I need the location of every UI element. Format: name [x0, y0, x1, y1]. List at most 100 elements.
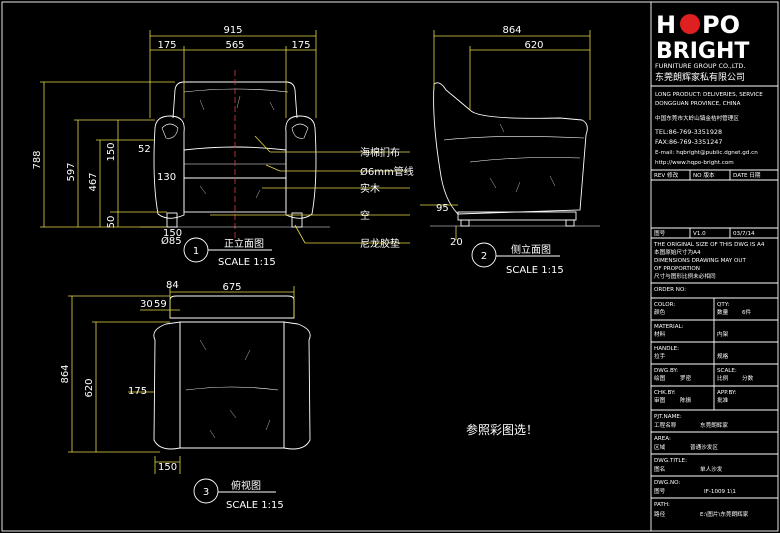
product-line-en: LONG PRODUCT: DELIVERIES, SERVICE [655, 92, 763, 98]
order-no-label: ORDER NO: [654, 287, 686, 293]
side-seat-top [443, 136, 585, 141]
company-en: FURNITURE GROUP CO.,LTD. [655, 62, 745, 70]
callout-nylon-pad: 尼龙胶垫 [360, 237, 400, 250]
dim-side-depth: 864 [502, 25, 521, 36]
dwg-no-cn: 图号 [654, 487, 666, 495]
tel: TEL:86-769-3351928 [654, 128, 722, 136]
view-side-title: 侧立面图 [511, 243, 551, 256]
color-label: COLOR: [654, 302, 675, 308]
callout-solid-wood: 实木 [360, 182, 380, 195]
dim-front-arm-right: 175 [291, 40, 310, 51]
dim-top-back-b: 59 [154, 299, 167, 310]
side-body [433, 82, 588, 215]
rev-date-label: DATE 日期 [733, 172, 761, 179]
callout-empty: 空 [360, 209, 370, 222]
rev-val-1: 图号 [654, 229, 666, 237]
chk-by-label: CHK.BY: [654, 390, 676, 396]
product-line-en2: DONGGUAN PROVINCE, CHINA [655, 101, 741, 107]
dim-top-total-depth: 864 [60, 364, 71, 383]
handle-value: 规格 [717, 352, 729, 360]
front-right-arm [285, 115, 317, 219]
dwg-title-label: DWG.TITLE: [654, 458, 687, 464]
callout-piping: Ø6mm管线 [360, 165, 414, 178]
area-label: AREA: [654, 436, 671, 442]
dwg-by-label: DWG.BY: [654, 368, 678, 374]
material-label: MATERIAL: [654, 324, 684, 330]
rev-label: REV 修改 [654, 171, 679, 179]
path-label: PATH: [654, 502, 670, 508]
chk-by-cn: 审图 [654, 396, 666, 404]
drawing-sheet: 915 175 565 175 788 597 467 150 50 52 13… [1, 1, 779, 532]
view-front-num: 1 [193, 246, 199, 257]
project-cn: 工程名称 [654, 421, 677, 429]
email: E-mail: hqbright@public.dgnet.gd.cn [655, 150, 758, 156]
view-front-scale: SCALE 1:15 [218, 257, 276, 268]
dwg-by-value: 罗密 [680, 374, 692, 382]
callout-fabric: 海棉扪布 [360, 146, 400, 159]
area-cn: 区域 [654, 443, 666, 451]
side-leg-front [460, 219, 470, 227]
title-block: H PO BRIGHT FURNITURE GROUP CO.,LTD. 东莞朗… [651, 11, 778, 518]
dim-front-seat-thick: 130 [157, 172, 176, 183]
dim-front-arm-left: 175 [157, 40, 176, 51]
company-cn: 东莞朗辉家私有限公司 [655, 71, 745, 83]
area-value: 普通沙发区 [690, 443, 718, 451]
top-dims: 675 84 30 59 864 620 175 150 [60, 280, 295, 474]
qty-value: 6件 [742, 308, 752, 316]
dim-front-arm-top: 150 [106, 142, 117, 161]
dim-side-leg-offset: 95 [436, 203, 449, 214]
logo-h: H [656, 11, 676, 39]
fax: FAX:86-769-3351247 [655, 138, 722, 146]
note-2: DIMENSIONS DRAWING MAY OUT [654, 258, 746, 264]
side-seat-piping [469, 157, 581, 163]
dwg-title-cn: 图名 [654, 465, 665, 473]
view-side-scale: SCALE 1:15 [506, 265, 564, 276]
top-seat [179, 321, 285, 449]
project-value: 东莞朗辉家 [700, 421, 728, 429]
dim-top-back-offset: 84 [166, 280, 179, 291]
front-dim-left: 788 597 467 150 50 52 130 150 Ø85 [32, 81, 182, 247]
path-value: E:\图片\东莞朗辉家 [700, 510, 749, 518]
dim-front-total-width: 915 [223, 25, 242, 36]
dwg-no-label: DWG.NO: [654, 480, 680, 486]
top-left-arm [153, 321, 181, 450]
top-seat-piping [185, 386, 279, 391]
front-callouts: 海棉扪布 Ø6mm管线 实木 空 尼龙胶垫 [210, 135, 414, 250]
view-label-side: 2 侧立面图 SCALE 1:15 [471, 242, 564, 276]
dim-front-arm-offset: 52 [138, 144, 151, 155]
note-1-cn: 本图原始尺寸为A4 [654, 248, 701, 256]
note-1: THE ORIGINAL SIZE OF THIS DWG IS A4 [653, 242, 765, 248]
logo-bright: BRIGHT [656, 39, 749, 64]
dim-side-seat-depth: 620 [524, 40, 543, 51]
dwg-title-value: 单人沙发 [700, 465, 723, 473]
app-by-cn: 批准 [717, 396, 729, 404]
dim-front-arm-height: 467 [88, 172, 99, 191]
dwg-no-value: IF-1009 1\1 [704, 489, 736, 495]
top-backrest [169, 295, 295, 319]
dim-front-back-height: 597 [66, 162, 77, 181]
front-leg-left [166, 212, 178, 228]
side-elevation [430, 82, 600, 227]
note-3-cn: 尺寸与图形比例未必相同 [654, 272, 716, 280]
dim-side-leg-h: 20 [450, 237, 463, 248]
address-cn: 中国东莞市大岭山镇金桔村管理区 [655, 114, 739, 122]
front-back-cushion [183, 88, 289, 93]
dim-front-leg-height: 50 [106, 216, 117, 229]
front-left-arm-scroll [161, 123, 179, 139]
handle-cn: 拉手 [654, 352, 666, 360]
view-top-num: 3 [203, 487, 209, 498]
dwg-by-cn: 绘图 [654, 374, 666, 382]
dim-top-arm-w: 175 [128, 386, 147, 397]
color-cn: 颜色 [654, 308, 666, 316]
view-label-front: 1 正立面图 SCALE 1:15 [183, 237, 276, 268]
dim-front-seat-width: 565 [225, 40, 244, 51]
project-label: PJT.NAME: [654, 414, 682, 420]
view-side-num: 2 [481, 251, 487, 262]
path-cn: 路径 [654, 510, 666, 518]
dim-top-back-a: 30 [140, 299, 153, 310]
qty-cn: 数量 [717, 308, 729, 316]
dim-top-seat-width: 675 [222, 282, 241, 293]
top-fabric-folds [199, 339, 271, 439]
material-value: 内架 [717, 330, 729, 338]
app-by-label: APP.BY: [717, 390, 737, 396]
